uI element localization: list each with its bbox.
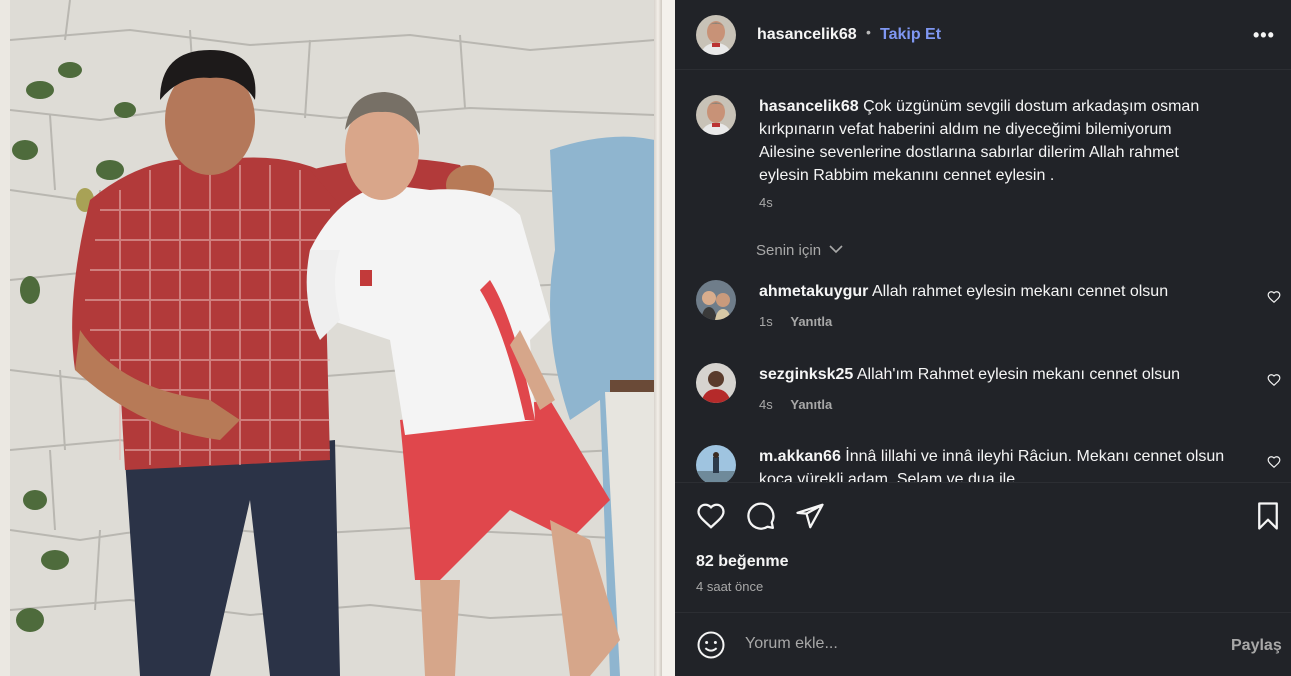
post-photo[interactable]: [0, 0, 675, 676]
comment-input[interactable]: [745, 631, 1185, 657]
post-comment-button[interactable]: Paylaş: [1231, 637, 1282, 655]
reply-button[interactable]: Yanıtla: [790, 397, 832, 412]
post-header: hasancelik68 • Takip Et •••: [675, 0, 1291, 70]
photo-frame-border: [654, 0, 662, 676]
share-paper-plane-icon[interactable]: [795, 501, 825, 531]
comment-avatar-image: [696, 280, 736, 320]
author-avatar[interactable]: [696, 15, 736, 55]
comment-avatar-image: [696, 445, 736, 482]
author-username[interactable]: hasancelik68: [757, 26, 857, 44]
follow-button[interactable]: Takip Et: [880, 26, 941, 44]
comment-text: Allah'ım Rahmet eylesin mekanı cennet ol…: [856, 366, 1181, 383]
comment-like-heart-icon[interactable]: [1267, 455, 1281, 469]
photo-illustration: [10, 0, 655, 676]
comment-username[interactable]: sezginksk25: [759, 366, 853, 383]
comment-avatar[interactable]: [696, 363, 736, 403]
caption-author-avatar[interactable]: [696, 95, 736, 135]
add-comment-bar: Paylaş: [675, 612, 1291, 676]
comment-body: m.akkan66 İnnâ lillahi ve innâ ileyhi Râ…: [759, 445, 1229, 482]
chevron-down-icon: [829, 245, 843, 254]
comment-meta: 4s Yanıtla: [759, 397, 832, 412]
comment-username[interactable]: m.akkan66: [759, 448, 841, 465]
likes-count[interactable]: 82 beğenme: [696, 553, 788, 571]
post-time-ago[interactable]: 4 saat önce: [696, 579, 763, 594]
more-options-icon[interactable]: •••: [1253, 26, 1275, 44]
photo-frame-edge: [662, 0, 675, 676]
comment-like-heart-icon[interactable]: [1267, 290, 1281, 304]
author-avatar-image: [696, 15, 736, 55]
comments-list[interactable]: hasancelik68 Çok üzgünüm sevgili dostum …: [675, 70, 1291, 482]
comment-text: Allah rahmet eylesin mekanı cennet olsun: [871, 283, 1169, 300]
post-detail-panel: hasancelik68 • Takip Et ••• hasancelik68…: [675, 0, 1291, 676]
comment-like-heart-icon[interactable]: [1267, 373, 1281, 387]
save-bookmark-icon[interactable]: [1253, 501, 1283, 531]
caption-avatar-image: [696, 95, 736, 135]
comment-body: sezginksk25 Allah'ım Rahmet eylesin meka…: [759, 363, 1229, 386]
comment-avatar[interactable]: [696, 445, 736, 482]
comment-avatar-image: [696, 363, 736, 403]
comment-body: ahmetakuygur Allah rahmet eylesin mekanı…: [759, 280, 1229, 303]
like-heart-icon[interactable]: [696, 501, 726, 531]
comment-filter-label: Senin için: [756, 242, 822, 259]
emoji-icon[interactable]: [696, 630, 726, 660]
post-caption: hasancelik68 Çok üzgünüm sevgili dostum …: [759, 95, 1229, 187]
caption-timestamp[interactable]: 4s: [759, 195, 773, 210]
reply-button[interactable]: Yanıtla: [790, 314, 832, 329]
comment-time[interactable]: 1s: [759, 314, 773, 329]
comment-username[interactable]: ahmetakuygur: [759, 283, 868, 300]
post-actions: 82 beğenme 4 saat önce: [675, 482, 1291, 612]
comment-meta: 1s Yanıtla: [759, 314, 832, 329]
comment-bubble-icon[interactable]: [746, 501, 776, 531]
comment-avatar[interactable]: [696, 280, 736, 320]
photo-image: [10, 0, 655, 676]
comment-filter-dropdown[interactable]: Senin için: [756, 242, 843, 259]
comment-time[interactable]: 4s: [759, 397, 773, 412]
header-separator: •: [866, 24, 871, 40]
caption-username[interactable]: hasancelik68: [759, 98, 859, 115]
